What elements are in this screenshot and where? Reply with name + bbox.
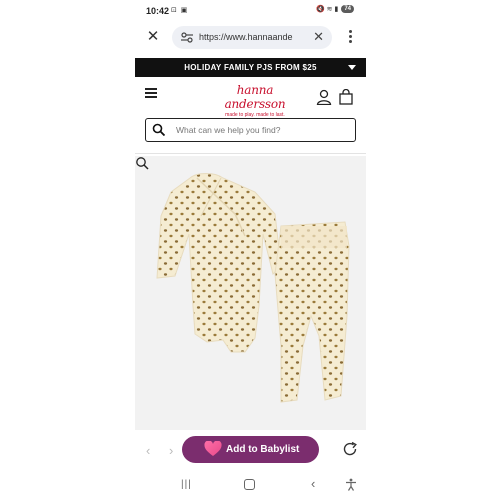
bag-icon[interactable] — [339, 89, 353, 105]
phone-screen: 10:42 ⊡ ▣ 🔇 ≋ ▮ 74 ✕ https://www.hannaan… — [135, 0, 366, 500]
search-input[interactable]: What can we help you find? — [145, 118, 356, 142]
accessibility-icon[interactable] — [345, 478, 357, 491]
site-header: hanna andersson made to play. made to la… — [135, 80, 366, 118]
brand-name: hanna andersson — [224, 83, 286, 111]
system-navigation-bar: ||| ‹ — [135, 472, 366, 498]
system-icons: 🔇 ≋ ▮ 74 — [316, 5, 354, 13]
zoom-icon[interactable] — [135, 156, 149, 170]
more-vert-icon[interactable] — [349, 30, 353, 44]
add-to-babylist-button[interactable]: Add to Babylist — [182, 436, 319, 463]
refresh-icon[interactable] — [342, 441, 358, 457]
product-photo — [156, 173, 350, 403]
recents-icon[interactable]: ||| — [181, 479, 192, 490]
home-icon[interactable] — [244, 479, 255, 490]
status-time: 10:42 — [146, 6, 170, 16]
search-placeholder: What can we help you find? — [176, 125, 281, 135]
browser-toolbar: ✕ https://www.hannaande ✕ — [135, 24, 366, 52]
search-icon — [152, 123, 165, 136]
chevron-right-icon[interactable]: › — [169, 443, 173, 458]
back-icon[interactable]: ‹ — [311, 476, 315, 491]
heart-icon — [204, 441, 222, 456]
add-to-babylist-label: Add to Babylist — [226, 444, 300, 455]
chevron-down-icon[interactable] — [348, 65, 356, 70]
menu-icon[interactable] — [145, 88, 157, 98]
clear-icon[interactable]: ✕ — [313, 29, 324, 45]
notification-icons: ⊡ ▣ — [171, 7, 189, 14]
divider — [135, 153, 366, 154]
promo-text: HOLIDAY FAMILY PJS FROM $25 — [184, 63, 317, 72]
promo-banner[interactable]: HOLIDAY FAMILY PJS FROM $25 — [135, 58, 366, 77]
signal-icons: 🔇 ≋ ▮ — [315, 6, 339, 13]
bottom-action-bar: ‹ › Add to Babylist — [135, 432, 366, 468]
close-icon[interactable]: ✕ — [146, 29, 160, 45]
url-bar[interactable]: https://www.hannaande ✕ — [172, 26, 332, 49]
url-text[interactable]: https://www.hannaande — [199, 32, 303, 42]
product-image[interactable] — [135, 156, 366, 430]
status-bar: 10:42 ⊡ ▣ 🔇 ≋ ▮ 74 — [135, 0, 366, 22]
tune-icon[interactable] — [181, 32, 193, 43]
battery-icon: 74 — [341, 5, 354, 13]
account-icon[interactable] — [316, 89, 332, 105]
chevron-left-icon[interactable]: ‹ — [146, 443, 150, 458]
brand-logo[interactable]: hanna andersson made to play. made to la… — [205, 83, 305, 118]
